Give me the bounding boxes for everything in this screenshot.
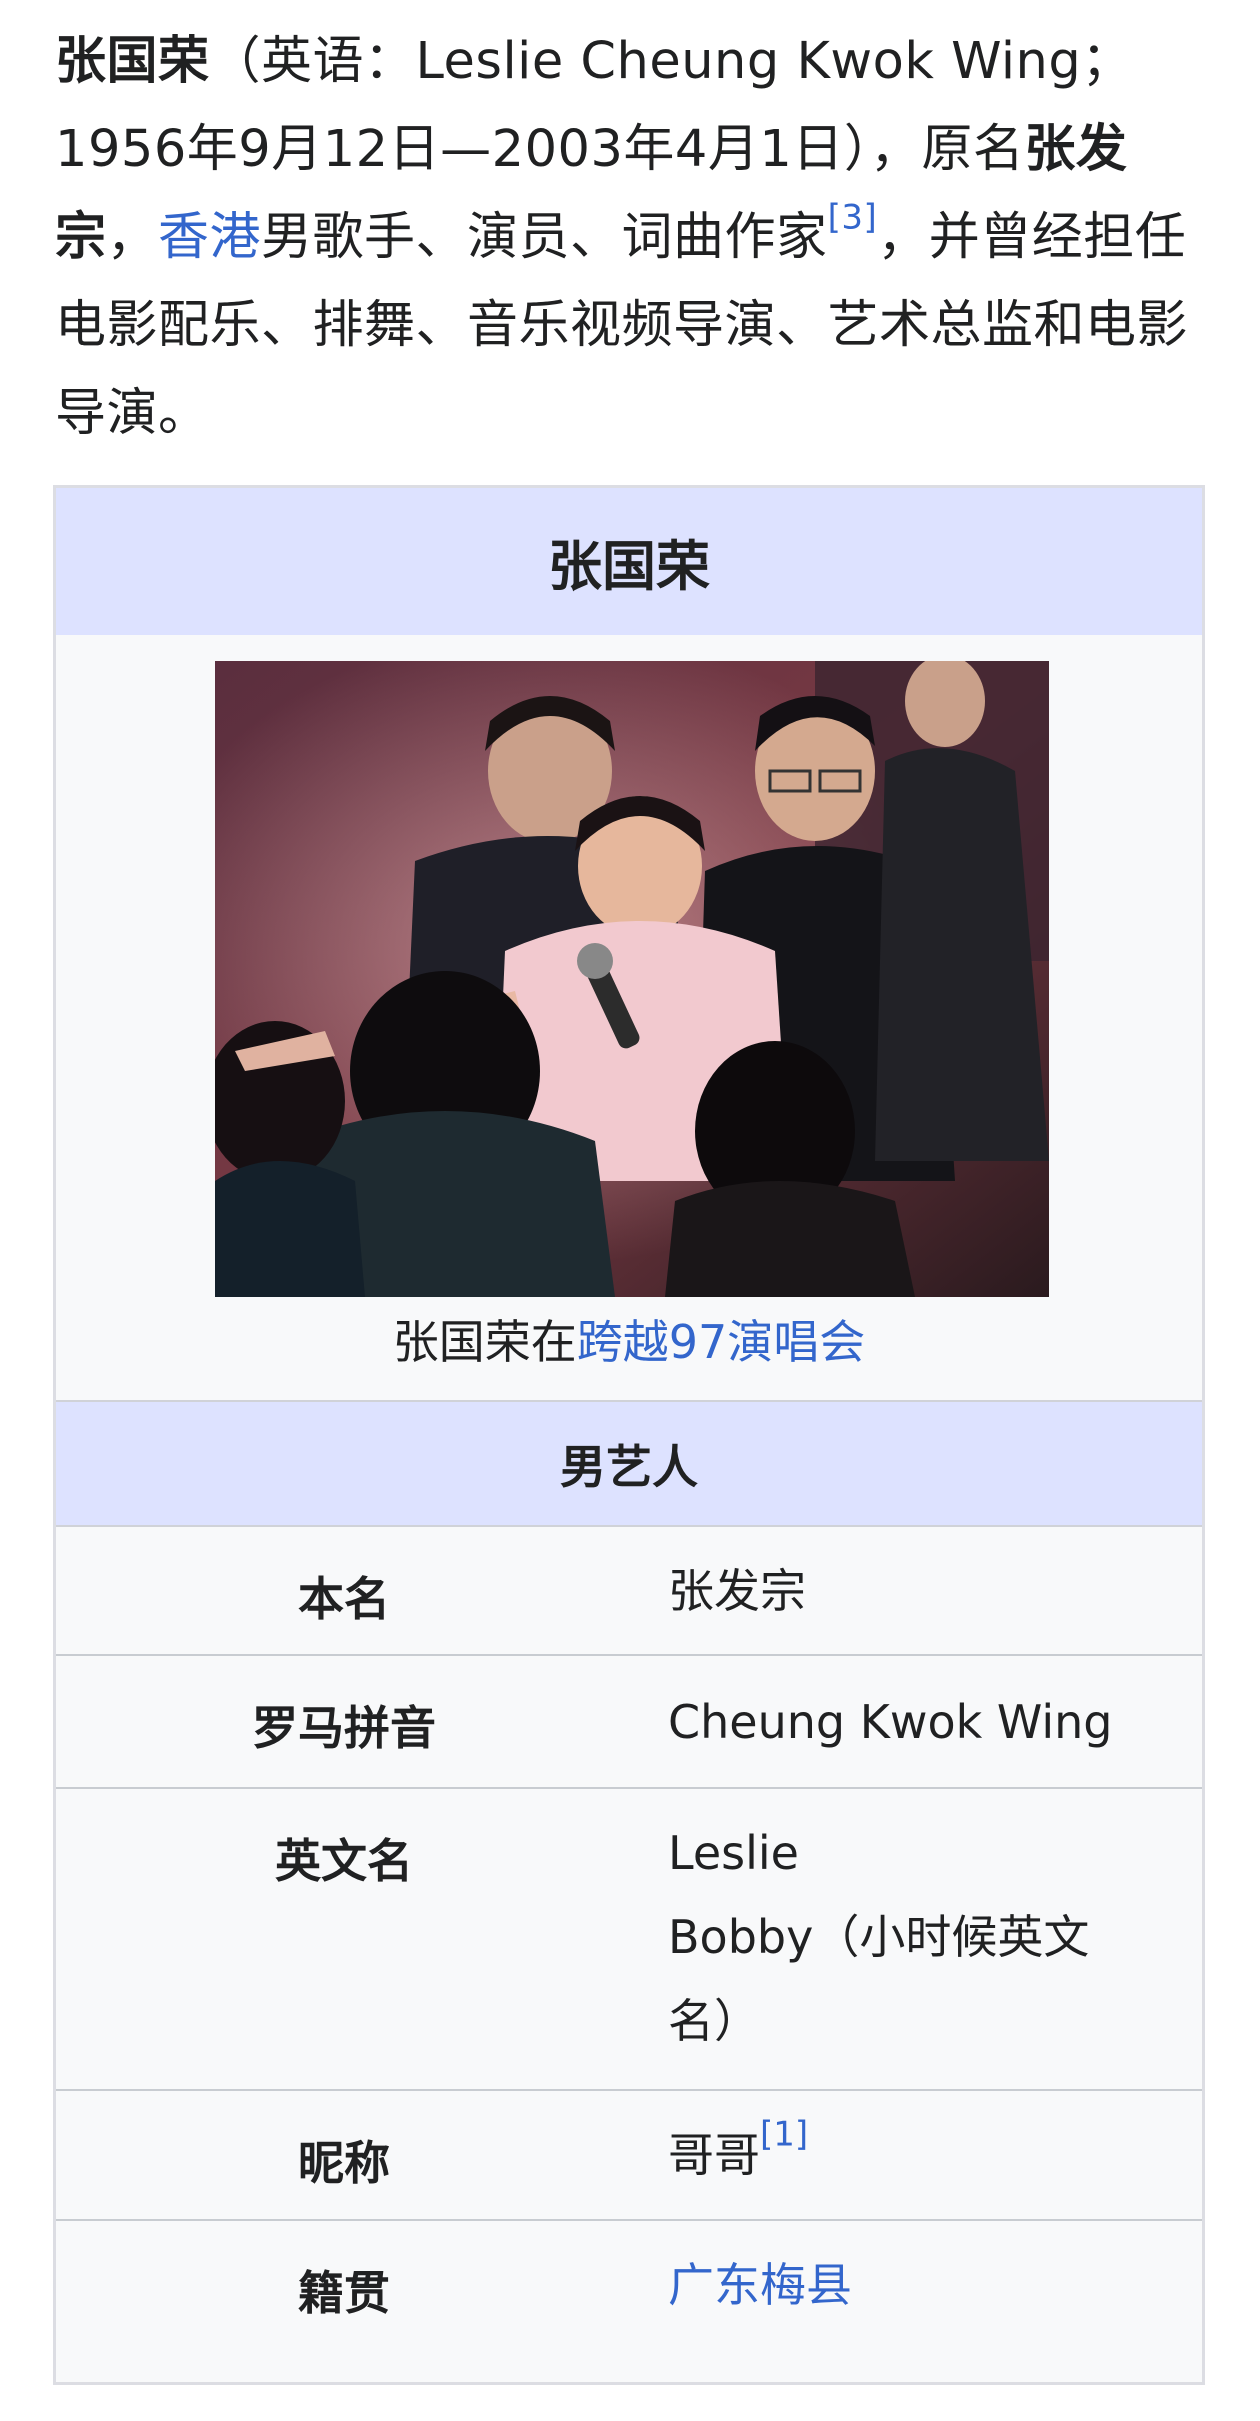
reference-1-link[interactable]: [1] bbox=[760, 2115, 808, 2155]
infobox-row-birth-name: 本名 张发宗 bbox=[56, 1527, 1202, 1656]
row-label: 籍贯 bbox=[298, 2266, 390, 2320]
row-value: Cheung Kwok Wing bbox=[668, 1695, 1113, 1749]
reference-3-link[interactable]: [3] bbox=[828, 198, 878, 238]
english-name: Leslie Cheung Kwok Wing bbox=[415, 32, 1082, 91]
photo-caption: 张国荣在跨越97演唱会 bbox=[56, 1310, 1202, 1374]
infobox: 张国荣 张国荣在跨越97演唱会 男艺人 本名 张发宗 罗马拼音 Cheung K… bbox=[53, 485, 1205, 2385]
infobox-photo[interactable] bbox=[215, 661, 1049, 1297]
nickname-value: 哥哥 bbox=[668, 2128, 760, 2182]
intro-text: ，原名 bbox=[869, 120, 1025, 179]
concert-photo-illustration bbox=[215, 661, 1049, 1297]
link-meixian[interactable]: 广东梅县 bbox=[668, 2243, 1138, 2327]
roles-text: 男歌手、演员、词曲作家 bbox=[261, 208, 828, 267]
english-name-value: Leslie bbox=[668, 1826, 799, 1880]
infobox-row-romanization: 罗马拼音 Cheung Kwok Wing bbox=[56, 1656, 1202, 1789]
infobox-title: 张国荣 bbox=[56, 488, 1202, 635]
row-value: Leslie Bobby（小时候英文名） bbox=[668, 1811, 1138, 2063]
infobox-row-english-name: 英文名 Leslie Bobby（小时候英文名） bbox=[56, 1789, 1202, 2091]
row-value: 哥哥[1] bbox=[668, 2113, 1138, 2197]
intro-paragraph: 张国荣（英语：Leslie Cheung Kwok Wing； 1956年9月12… bbox=[55, 18, 1215, 458]
intro-text: ， bbox=[106, 208, 159, 267]
intro-text: （英语： bbox=[209, 32, 416, 91]
row-label: 昵称 bbox=[298, 2136, 390, 2190]
link-concert[interactable]: 跨越97演唱会 bbox=[577, 1315, 866, 1369]
intro-text: ； bbox=[1081, 32, 1133, 91]
infobox-row-ancestral-home: 籍贯 广东梅县 bbox=[56, 2221, 1202, 2421]
link-hong-kong[interactable]: 香港 bbox=[158, 208, 261, 267]
row-value: 张发宗 bbox=[668, 1564, 806, 1618]
life-dates: 1956年9月12日—2003年4月1日） bbox=[55, 120, 870, 179]
subject-name: 张国荣 bbox=[55, 32, 210, 91]
row-label: 英文名 bbox=[275, 1834, 413, 1888]
infobox-section-header: 男艺人 bbox=[56, 1400, 1202, 1527]
childhood-name-value: Bobby（小时候英文名） bbox=[668, 1910, 1090, 2048]
row-label: 罗马拼音 bbox=[252, 1701, 436, 1755]
row-label: 本名 bbox=[298, 1572, 390, 1626]
infobox-row-nickname: 昵称 哥哥[1] bbox=[56, 2091, 1202, 2221]
caption-text: 张国荣在 bbox=[392, 1315, 577, 1369]
